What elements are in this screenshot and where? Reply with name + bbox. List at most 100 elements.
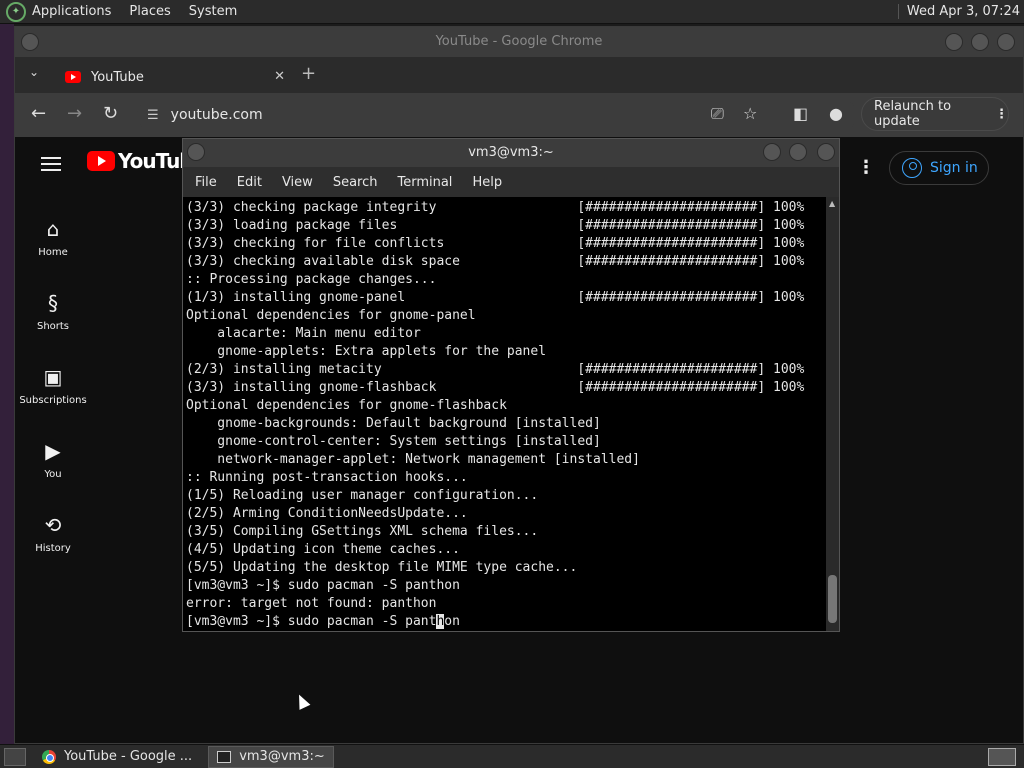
menu-places[interactable]: Places <box>129 4 170 19</box>
side-panel-icon[interactable]: ◧ <box>793 104 808 123</box>
terminal-titlebar[interactable]: vm3@vm3:~ <box>183 139 839 167</box>
terminal-output[interactable]: (3/3) checking package integrity [######… <box>183 197 827 631</box>
taskbar-item-terminal[interactable]: vm3@vm3:~ <box>208 745 334 768</box>
window-menu-button[interactable] <box>21 33 39 51</box>
bookmark-star-icon[interactable]: ☆ <box>743 104 757 123</box>
more-options-icon[interactable]: ⋮ <box>857 157 875 178</box>
nav-label: History <box>35 543 71 554</box>
terminal-prompt-line[interactable]: [vm3@vm3 ~]$ sudo pacman -S panthon <box>186 613 827 631</box>
tab-title: YouTube <box>91 69 144 85</box>
terminal-line: (2/3) installing metacity [#############… <box>186 362 805 377</box>
show-desktop-button[interactable] <box>4 747 26 766</box>
back-arrow-icon[interactable]: ← <box>31 103 46 124</box>
terminal-title: vm3@vm3:~ <box>468 145 554 160</box>
terminal-line: alacarte: Main menu editor <box>186 326 421 341</box>
menu-terminal[interactable]: Terminal <box>397 175 452 190</box>
terminal-line: (2/5) Arming ConditionNeedsUpdate... <box>186 506 468 521</box>
nav-label: Subscriptions <box>19 395 87 406</box>
top-panel: ✦ Applications Places System Wed Apr 3, … <box>0 0 1024 24</box>
menu-help[interactable]: Help <box>472 175 502 190</box>
terminal-window: vm3@vm3:~ File Edit View Search Terminal… <box>182 138 840 632</box>
terminal-icon <box>217 750 232 763</box>
chrome-icon <box>42 749 56 764</box>
relaunch-button[interactable]: Relaunch to update ⋮ <box>861 97 1009 131</box>
reload-icon[interactable]: ↻ <box>103 103 118 124</box>
terminal-line: (1/3) installing gnome-panel [##########… <box>186 290 805 305</box>
terminal-line: (3/5) Compiling GSettings XML schema fil… <box>186 524 539 539</box>
terminal-close-button[interactable] <box>817 143 835 161</box>
maximize-button[interactable] <box>971 33 989 51</box>
nav-shorts[interactable]: § Shorts <box>15 291 91 332</box>
profile-icon[interactable]: ● <box>829 104 843 123</box>
terminal-line: gnome-applets: Extra applets for the pan… <box>186 344 547 359</box>
site-info-icon[interactable]: ☰ <box>147 108 159 123</box>
menu-file[interactable]: File <box>195 175 217 190</box>
terminal-line: (3/3) installing gnome-flashback [######… <box>186 380 805 395</box>
new-tab-button[interactable]: + <box>301 63 316 84</box>
terminal-maximize-button[interactable] <box>789 143 807 161</box>
terminal-line: Optional dependencies for gnome-panel <box>186 308 476 323</box>
terminal-window-menu-button[interactable] <box>187 143 205 161</box>
gnome-foot-icon[interactable]: ✦ <box>6 1 26 22</box>
nav-history[interactable]: ⟲ History <box>15 513 91 554</box>
history-icon: ⟲ <box>44 513 62 537</box>
nav-label: You <box>44 469 62 480</box>
tab-close-icon[interactable]: ✕ <box>274 69 285 84</box>
clock[interactable]: Wed Apr 3, 07:24 <box>897 4 1020 19</box>
you-icon: ▶ <box>45 439 61 463</box>
hamburger-menu-icon[interactable] <box>41 157 61 171</box>
workspace-switcher[interactable] <box>988 747 1016 766</box>
menu-edit[interactable]: Edit <box>237 175 262 190</box>
taskbar-item-chrome[interactable]: YouTube - Google ... <box>34 746 200 768</box>
terminal-line: (3/3) checking package integrity [######… <box>186 200 805 215</box>
terminal-line: :: Running post-transaction hooks... <box>186 470 468 485</box>
bottom-taskbar: YouTube - Google ... vm3@vm3:~ <box>0 744 1024 768</box>
taskbar-item-label: vm3@vm3:~ <box>239 749 325 764</box>
nav-subscriptions[interactable]: ▣ Subscriptions <box>15 365 91 406</box>
scroll-up-arrow-icon[interactable]: ▲ <box>829 199 835 208</box>
sign-in-button[interactable]: Sign in <box>889 151 989 185</box>
prompt-text-after: on <box>444 614 460 629</box>
chrome-titlebar[interactable]: YouTube - Google Chrome <box>15 27 1023 57</box>
chrome-menu-icon[interactable]: ⋮ <box>995 107 1008 122</box>
taskbar-item-label: YouTube - Google ... <box>64 749 193 764</box>
menu-search[interactable]: Search <box>333 175 378 190</box>
home-icon: ⌂ <box>46 217 60 241</box>
minimize-button[interactable] <box>945 33 963 51</box>
shorts-icon: § <box>48 291 58 315</box>
terminal-line: Optional dependencies for gnome-flashbac… <box>186 398 507 413</box>
nav-home[interactable]: ⌂ Home <box>15 217 91 258</box>
terminal-line: network-manager-applet: Network manageme… <box>186 452 640 467</box>
terminal-line: (1/5) Reloading user manager configurati… <box>186 488 539 503</box>
nav-you[interactable]: ▶ You <box>15 439 91 480</box>
forward-arrow-icon[interactable]: → <box>67 103 82 124</box>
youtube-favicon-icon <box>65 71 81 83</box>
terminal-line: [vm3@vm3 ~]$ sudo pacman -S panthon <box>186 578 460 593</box>
sign-in-label: Sign in <box>930 160 978 176</box>
close-window-button[interactable] <box>997 33 1015 51</box>
terminal-line: (4/5) Updating icon theme caches... <box>186 542 460 557</box>
install-app-icon[interactable]: ⎚ <box>711 104 724 124</box>
terminal-line: error: target not found: panthon <box>186 596 437 611</box>
menu-system[interactable]: System <box>189 4 237 19</box>
menu-view[interactable]: View <box>282 175 313 190</box>
terminal-minimize-button[interactable] <box>763 143 781 161</box>
window-title: YouTube - Google Chrome <box>435 34 603 49</box>
url-text: youtube.com <box>170 107 263 123</box>
relaunch-label: Relaunch to update <box>874 99 952 129</box>
tab-strip: ⌄ YouTube ✕ + <box>15 57 1023 93</box>
tab-search-chevron-icon[interactable]: ⌄ <box>29 65 39 79</box>
terminal-line: (3/3) loading package files [###########… <box>186 218 805 233</box>
terminal-scrollbar[interactable]: ▲ <box>826 197 839 631</box>
desktop-background <box>0 24 14 744</box>
terminal-menubar: File Edit View Search Terminal Help <box>183 167 839 197</box>
terminal-line: gnome-control-center: System settings [i… <box>186 434 601 449</box>
nav-label: Home <box>38 247 68 258</box>
menu-applications[interactable]: Applications <box>32 4 111 19</box>
terminal-line: (3/3) checking available disk space [###… <box>186 254 805 269</box>
prompt-text: [vm3@vm3 ~]$ sudo pacman -S pant <box>186 614 437 629</box>
tab-youtube[interactable]: YouTube ✕ <box>55 61 291 93</box>
scrollbar-thumb[interactable] <box>828 575 837 623</box>
terminal-line: :: Processing package changes... <box>186 272 437 287</box>
account-icon <box>902 158 922 178</box>
